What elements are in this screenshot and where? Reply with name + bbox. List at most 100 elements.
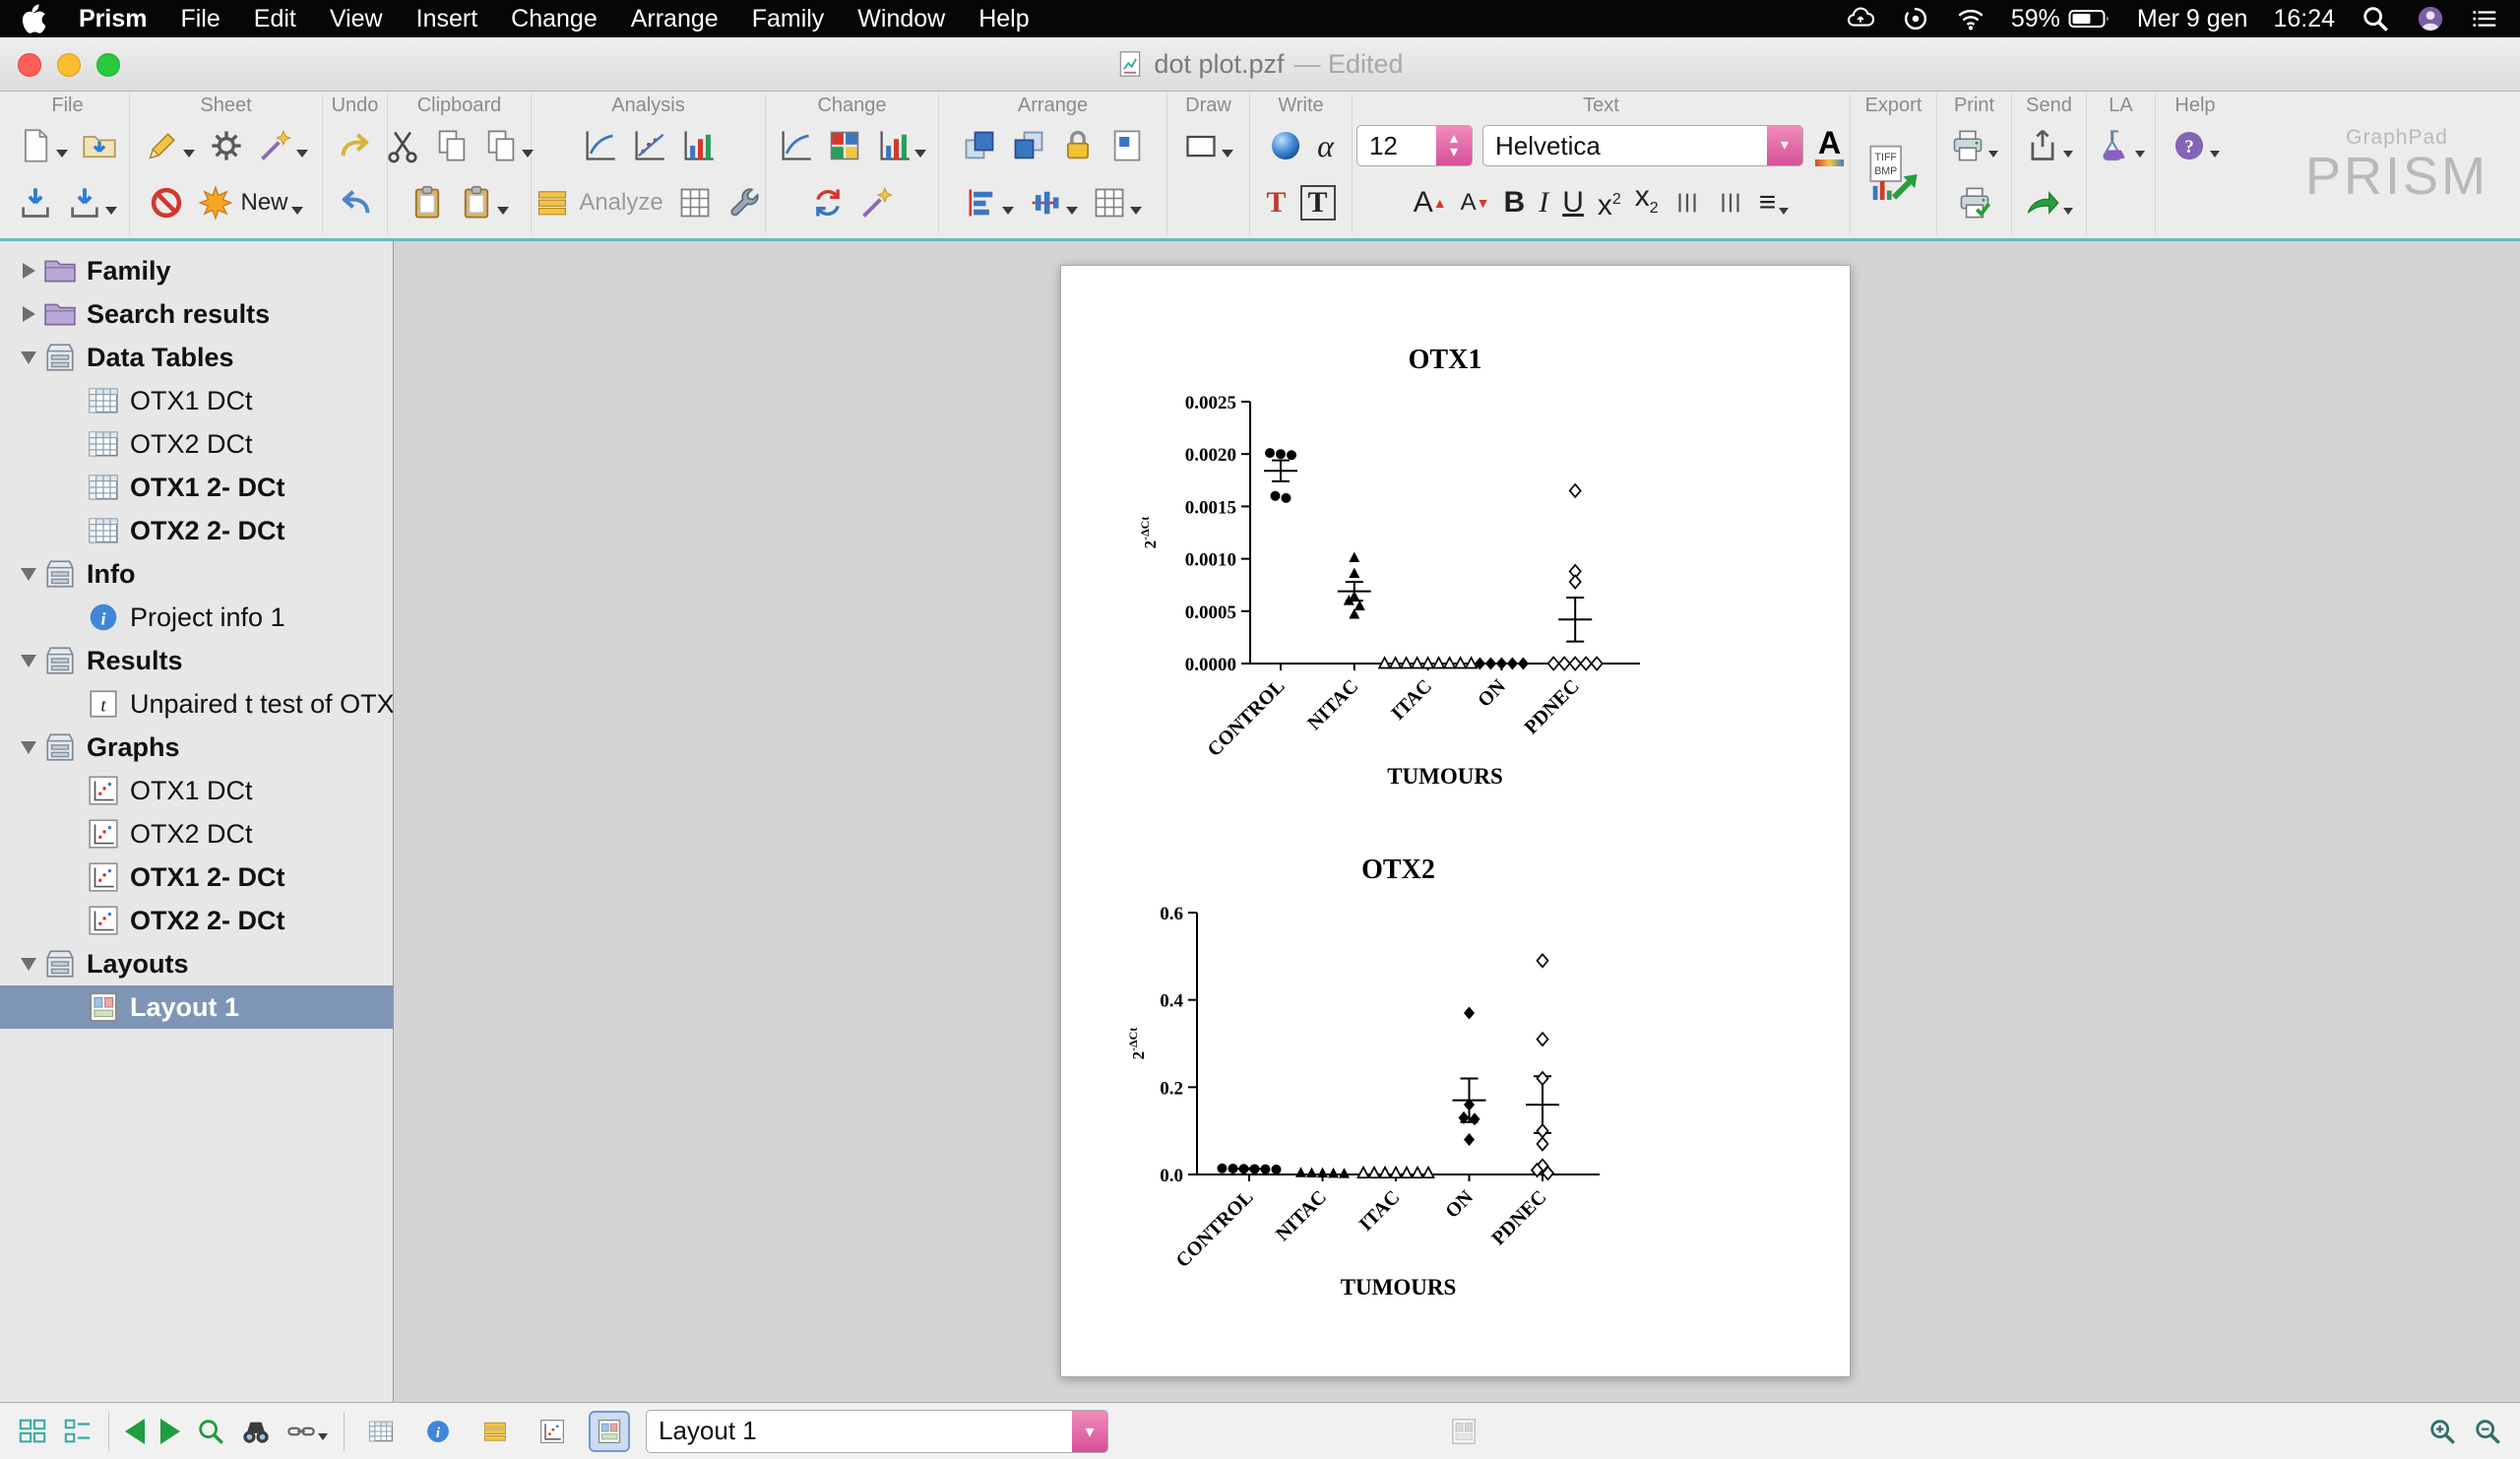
sidebar-item-layout-1[interactable]: Layout 1 — [0, 985, 393, 1029]
arrange-objects-button[interactable] — [1090, 183, 1144, 222]
results-view-button[interactable] — [474, 1411, 516, 1452]
italic-button[interactable]: I — [1537, 183, 1550, 222]
cut-button[interactable] — [383, 126, 422, 165]
new-sheet-button[interactable]: New — [196, 183, 304, 222]
chart-otx1[interactable]: OTX10.00000.00050.00100.00150.00200.0025… — [1138, 345, 1640, 789]
menu-insert[interactable]: Insert — [416, 5, 478, 33]
delete-sheet-button[interactable] — [147, 183, 186, 222]
greek-letter-button[interactable]: α — [1315, 126, 1336, 165]
sidebar-item-otx1-2-dct[interactable]: OTX1 2- DCt — [0, 856, 393, 899]
layout-canvas[interactable]: OTX10.00000.00050.00100.00150.00200.0025… — [1061, 266, 1852, 1378]
close-window-button[interactable] — [18, 53, 41, 77]
text-align-button[interactable]: ≡ — [1757, 183, 1792, 222]
position-object-button[interactable] — [1107, 126, 1147, 165]
menubar-date[interactable]: Mer 9 gen — [2137, 5, 2248, 33]
menu-app-prism[interactable]: Prism — [79, 5, 147, 33]
linked-sheets-button[interactable] — [286, 1417, 328, 1446]
layouts-view-button[interactable] — [589, 1411, 630, 1452]
lock-object-button[interactable] — [1058, 126, 1098, 165]
change-colors-button[interactable] — [825, 126, 864, 165]
labarchives-button[interactable] — [2095, 126, 2147, 165]
rename-sheet-button[interactable] — [143, 126, 197, 165]
paste-special-button[interactable] — [457, 183, 511, 222]
combo-arrow-icon[interactable]: ▾ — [1767, 126, 1802, 165]
analyze-button[interactable]: Analyze — [533, 183, 664, 222]
data-tables-view-button[interactable] — [360, 1411, 402, 1452]
print-button[interactable] — [1948, 126, 2000, 165]
bold-button[interactable]: B — [1502, 183, 1528, 222]
kerning-button[interactable] — [1670, 186, 1704, 220]
print-preview-button[interactable] — [1955, 183, 1994, 222]
analysis-tools-button[interactable] — [724, 183, 764, 222]
sidebar-item-otx2-2-dct[interactable]: OTX2 2- DCt — [0, 509, 393, 552]
menu-arrange[interactable]: Arrange — [631, 5, 719, 33]
menu-change[interactable]: Change — [511, 5, 598, 33]
underline-button[interactable]: U — [1560, 183, 1586, 222]
sidebar-item-otx2-2-dct[interactable]: OTX2 2- DCt — [0, 899, 393, 942]
send-email-button[interactable] — [2023, 183, 2075, 222]
bring-to-front-button[interactable] — [960, 126, 999, 165]
layout-select[interactable]: Layout 1 ▾ — [646, 1410, 1108, 1453]
zoom-in-button[interactable] — [2427, 1417, 2457, 1446]
battery-status[interactable]: 59% — [2011, 5, 2111, 33]
copy-button[interactable] — [432, 126, 472, 165]
sidebar-item-graphs[interactable]: Graphs — [0, 726, 393, 769]
align-horizontal-button[interactable] — [962, 183, 1016, 222]
layout-page[interactable]: OTX10.00000.00050.00100.00150.00200.0025… — [1060, 265, 1851, 1377]
text-box-button[interactable]: T — [1298, 183, 1338, 222]
info-view-button[interactable] — [417, 1411, 459, 1452]
insert-object-button[interactable] — [1266, 126, 1305, 165]
change-analysis-button[interactable] — [776, 126, 815, 165]
open-file-button[interactable] — [80, 126, 119, 165]
list-view-button[interactable] — [63, 1417, 93, 1446]
disclosure-collapsed-icon[interactable] — [14, 306, 43, 322]
zoom-out-button[interactable] — [2473, 1417, 2502, 1446]
paste-button[interactable] — [408, 183, 447, 222]
account-icon[interactable] — [2416, 4, 2445, 33]
disclosure-expanded-icon[interactable] — [14, 958, 43, 971]
draw-shape-button[interactable] — [1181, 126, 1235, 165]
sidebar-item-layouts[interactable]: Layouts — [0, 942, 393, 985]
sidebar-item-results[interactable]: Results — [0, 639, 393, 682]
send-to-back-button[interactable] — [1009, 126, 1048, 165]
minimize-window-button[interactable] — [57, 53, 81, 77]
menu-view[interactable]: View — [330, 5, 383, 33]
chart-otx2[interactable]: OTX20.00.20.40.6CONTROLNITACITACONPDNECT… — [1126, 855, 1600, 1300]
change-graph-type-button[interactable] — [874, 126, 928, 165]
column-stats-button[interactable] — [678, 126, 718, 165]
sidebar-item-unpaired-t-test-of-otx1-dct[interactable]: Unpaired t test of OTX1 DCt — [0, 682, 393, 726]
app-status-ring-icon[interactable] — [1901, 4, 1930, 33]
zoom-window-button[interactable] — [96, 53, 120, 77]
reorder-button[interactable] — [808, 183, 848, 222]
cloud-icon[interactable] — [1846, 4, 1875, 33]
disclosure-expanded-icon[interactable] — [14, 351, 43, 364]
curve-fit-button[interactable] — [629, 126, 668, 165]
menubar-time[interactable]: 16:24 — [2273, 5, 2335, 33]
disclosure-expanded-icon[interactable] — [14, 655, 43, 667]
increase-font-button[interactable]: A▲ — [1412, 183, 1449, 222]
back-button[interactable] — [125, 1419, 145, 1444]
sidebar-item-otx1-dct[interactable]: OTX1 DCt — [0, 769, 393, 812]
review-results-button[interactable] — [675, 183, 715, 222]
font-size-select[interactable]: 12 ▴▾ — [1356, 125, 1473, 166]
gallery-view-button[interactable] — [18, 1417, 47, 1446]
apple-menu[interactable] — [20, 4, 45, 33]
disclosure-collapsed-icon[interactable] — [14, 263, 43, 279]
line-spacing-button[interactable] — [1714, 186, 1747, 220]
edit-layout-button[interactable] — [1449, 1417, 1479, 1446]
text-color-button[interactable]: A — [1813, 124, 1846, 168]
align-vertical-button[interactable] — [1026, 183, 1080, 222]
disclosure-expanded-icon[interactable] — [14, 568, 43, 581]
zoom-sheet-button[interactable] — [196, 1417, 225, 1446]
redo-button[interactable] — [336, 126, 375, 165]
decrease-font-button[interactable]: A▼ — [1459, 183, 1492, 222]
undo-button[interactable] — [336, 183, 375, 222]
sidebar-item-search-results[interactable]: Search results — [0, 292, 393, 336]
copy-special-button[interactable] — [481, 126, 536, 165]
sidebar-item-otx1-dct[interactable]: OTX1 DCt — [0, 379, 393, 422]
sidebar-item-info[interactable]: Info — [0, 552, 393, 596]
menu-edit[interactable]: Edit — [254, 5, 296, 33]
save-button[interactable] — [16, 183, 55, 222]
t-test-analysis-button[interactable] — [580, 126, 619, 165]
export-image-button[interactable] — [1866, 142, 1922, 207]
